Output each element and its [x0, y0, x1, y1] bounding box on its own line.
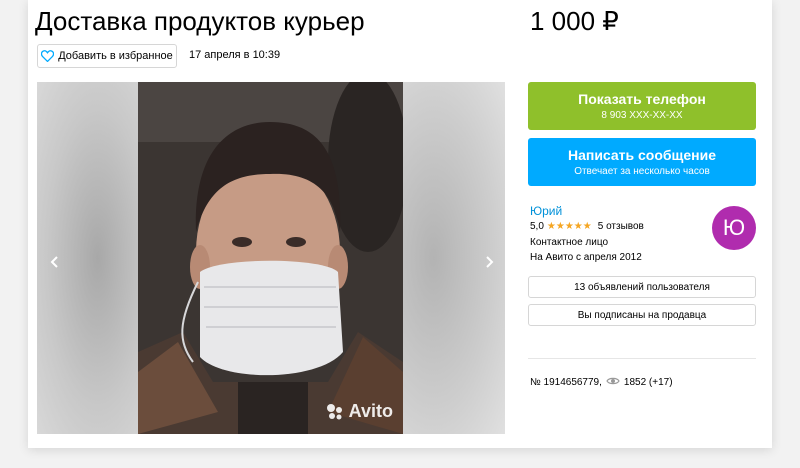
listing-photo: Avito [138, 82, 403, 434]
seller-since: На Авито с апреля 2012 [530, 252, 642, 263]
avito-watermark: Avito [325, 401, 393, 422]
seller-name-link[interactable]: Юрий [530, 204, 562, 218]
publish-date: 17 апреля в 10:39 [189, 49, 281, 61]
avatar[interactable]: Ю [712, 206, 756, 250]
listing-number: № 1914656779, [530, 377, 602, 388]
page-title: Доставка продуктов курьер [35, 6, 365, 36]
star-rating-icon: ★★★★★ [546, 221, 592, 232]
eye-icon [606, 376, 620, 389]
seller-rating: 5,0 ★★★★★ 5 отзывов [530, 221, 644, 232]
listing-meta: № 1914656779, 1852 (+17) [530, 376, 673, 389]
reviews-link[interactable]: 5 отзывов [598, 221, 644, 232]
add-to-favorites-label: Добавить в избранное [58, 50, 173, 62]
divider [528, 358, 756, 359]
price: 1 000 ₽ [530, 6, 619, 36]
chevron-right-icon[interactable] [479, 252, 499, 272]
watermark-text: Avito [348, 401, 393, 421]
views-count: 1852 (+17) [623, 377, 673, 388]
phone-number-masked: 8 903 XXX-XX-XX [601, 110, 683, 121]
show-phone-button[interactable]: Показать телефон 8 903 XXX-XX-XX [528, 82, 756, 130]
show-phone-label: Показать телефон [578, 91, 706, 107]
rating-value: 5,0 [530, 221, 544, 232]
write-message-label: Написать сообщение [567, 147, 717, 163]
heart-icon [41, 50, 55, 62]
photo-gallery[interactable]: Avito [37, 82, 505, 434]
response-time-text: Отвечает за несколько часов [574, 166, 710, 177]
seller-role: Контактное лицо [530, 237, 609, 248]
chevron-left-icon[interactable] [45, 252, 65, 272]
subscribed-button[interactable]: Вы подписаны на продавца [528, 304, 756, 326]
write-message-button[interactable]: Написать сообщение Отвечает за несколько… [528, 138, 756, 186]
avito-logo-icon [325, 402, 345, 422]
seller-ads-button[interactable]: 13 объявлений пользователя [528, 276, 756, 298]
add-to-favorites-button[interactable]: Добавить в избранное [37, 44, 177, 68]
